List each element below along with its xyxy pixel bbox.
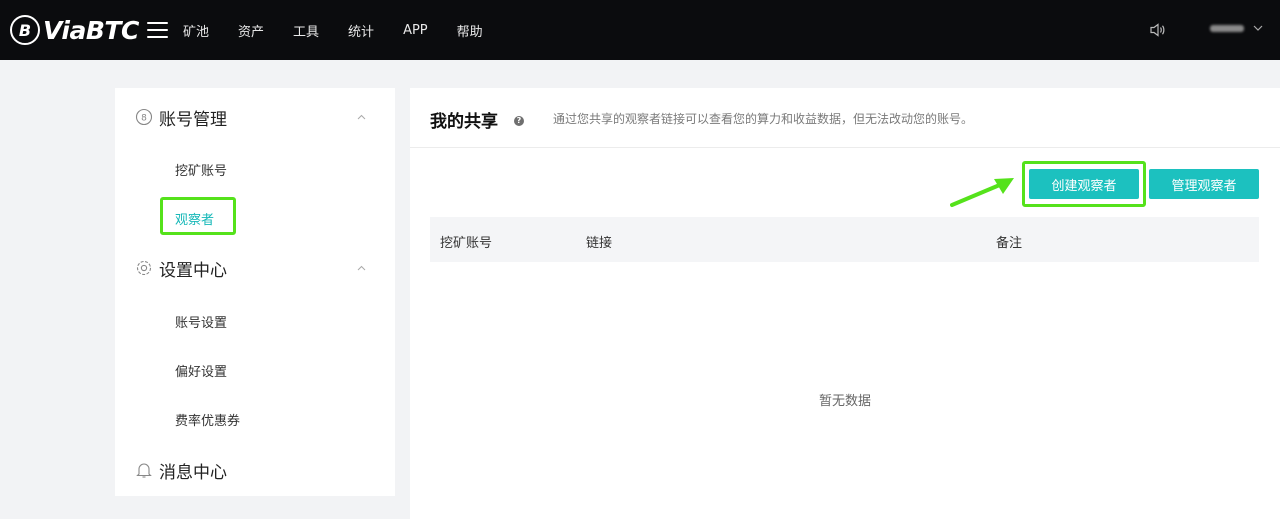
- top-navbar: B ViaBTC 矿池 资产 工具 统计 APP 帮助: [0, 0, 1280, 60]
- table-header: 挖矿账号 链接 备注: [430, 217, 1259, 262]
- sidebar-group-settings[interactable]: 设置中心: [135, 251, 375, 285]
- sidebar-item-preferences[interactable]: 偏好设置: [175, 361, 227, 380]
- bell-icon: [135, 461, 153, 479]
- svg-text:8: 8: [141, 114, 147, 124]
- column-header-mining-account: 挖矿账号: [440, 236, 493, 251]
- nav-item-stats[interactable]: 统计: [348, 21, 374, 40]
- sidebar-group-messages[interactable]: 消息中心: [135, 453, 375, 487]
- nav-item-assets[interactable]: 资产: [238, 21, 264, 40]
- green-arrow-icon: [950, 178, 1014, 207]
- hamburger-menu-icon[interactable]: [147, 22, 168, 38]
- account-icon: 8: [135, 108, 153, 126]
- page-description: 通过您共享的观察者链接可以查看您的算力和收益数据，但无法改动您的账号。: [553, 112, 974, 126]
- sidebar-item-fee-coupons[interactable]: 费率优惠券: [175, 410, 240, 429]
- highlight-box-observer: [160, 197, 236, 235]
- main-nav: 矿池 资产 工具 统计 APP 帮助: [183, 0, 512, 60]
- chevron-down-icon: [1253, 25, 1263, 31]
- sidebar-group-title: 设置中心: [159, 260, 227, 281]
- logo-mark-icon: B: [10, 15, 40, 45]
- settings-gear-icon: [135, 259, 153, 277]
- nav-item-app[interactable]: APP: [403, 23, 428, 38]
- sidebar-group-title: 账号管理: [159, 109, 227, 130]
- user-menu[interactable]: [1210, 22, 1264, 34]
- main-panel: 我的共享 ? 通过您共享的观察者链接可以查看您的算力和收益数据，但无法改动您的账…: [410, 88, 1280, 519]
- empty-state-text: 暂无数据: [818, 394, 871, 409]
- create-observer-button[interactable]: 创建观察者: [1029, 169, 1139, 199]
- manage-observer-button[interactable]: 管理观察者: [1149, 169, 1259, 199]
- nav-item-tools[interactable]: 工具: [293, 21, 319, 40]
- speaker-icon[interactable]: [1149, 22, 1167, 38]
- chevron-up-icon: [357, 114, 366, 120]
- avatar: [1210, 24, 1244, 32]
- nav-item-pool[interactable]: 矿池: [183, 21, 209, 40]
- logo-text: ViaBTC: [43, 15, 139, 45]
- column-header-note: 备注: [996, 236, 1023, 251]
- nav-item-help[interactable]: 帮助: [457, 21, 483, 40]
- sidebar-group-title: 消息中心: [159, 462, 227, 483]
- help-icon[interactable]: ?: [514, 116, 524, 126]
- panel-header: 我的共享 ? 通过您共享的观察者链接可以查看您的算力和收益数据，但无法改动您的账…: [410, 88, 1280, 148]
- chevron-up-icon: [357, 265, 366, 271]
- sidebar-item-mining-account[interactable]: 挖矿账号: [175, 160, 227, 179]
- sidebar-item-account-settings[interactable]: 账号设置: [175, 312, 227, 331]
- viabtc-logo[interactable]: B ViaBTC: [10, 12, 139, 48]
- sidebar-group-account[interactable]: 8 账号管理: [135, 100, 375, 134]
- sidebar: 8 账号管理 挖矿账号 观察者 设置中心 账号设置 偏好设置 费率优惠券 消息中…: [115, 88, 395, 496]
- column-header-link: 链接: [586, 236, 613, 251]
- page-title: 我的共享: [430, 112, 498, 132]
